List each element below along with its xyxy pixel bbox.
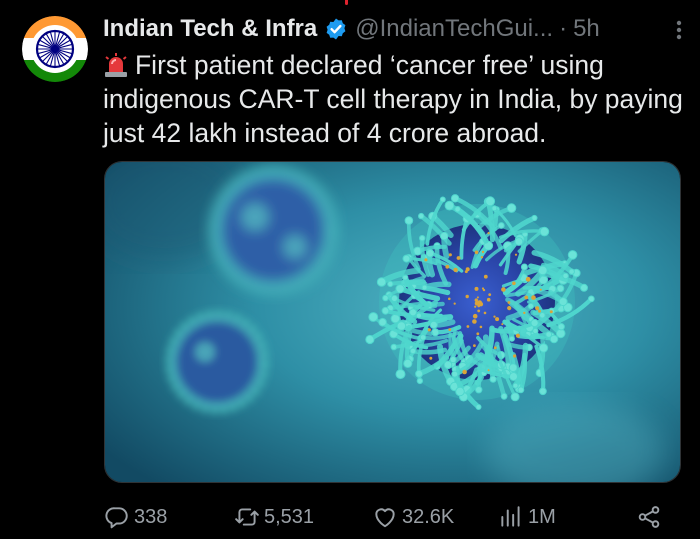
tweet-actions-bar: 338 5,531 32.6K 1M [104,500,674,534]
top-red-mark [345,0,348,5]
reply-icon [105,507,128,529]
view-count: 1M [528,505,556,528]
more-options-icon[interactable] [668,18,690,42]
tweet-header: Indian Tech & Infra @IndianTechGui... · … [103,12,680,46]
repost-count: 5,531 [264,505,315,528]
like-count: 32.6K [402,505,455,528]
tweet-text: First patient declared ‘cancer free’ usi… [103,48,693,150]
siren-icon [105,53,127,77]
tweet-text-body: First patient declared ‘cancer free’ usi… [103,50,683,148]
like-button[interactable]: 32.6K [372,500,454,534]
author-display-name[interactable]: Indian Tech & Infra [103,15,317,43]
analytics-icon [501,506,520,527]
heart-icon [375,508,395,528]
share-button[interactable] [636,500,666,534]
tweet-timestamp[interactable]: 5h [573,15,600,43]
repost-button[interactable]: 5,531 [234,500,314,534]
t-cell-illustration [105,162,680,482]
author-handle[interactable]: @IndianTechGui... [355,15,553,43]
reply-count: 338 [134,505,168,528]
verified-badge-icon [326,18,346,40]
share-icon [638,506,660,528]
views-button[interactable]: 1M [498,500,556,534]
tweet-media-image[interactable] [104,161,681,483]
repost-icon [235,508,259,526]
reply-button[interactable]: 338 [104,500,167,534]
author-avatar[interactable] [22,16,88,82]
header-separator: · [559,15,568,42]
india-emblem-icon [22,16,88,82]
